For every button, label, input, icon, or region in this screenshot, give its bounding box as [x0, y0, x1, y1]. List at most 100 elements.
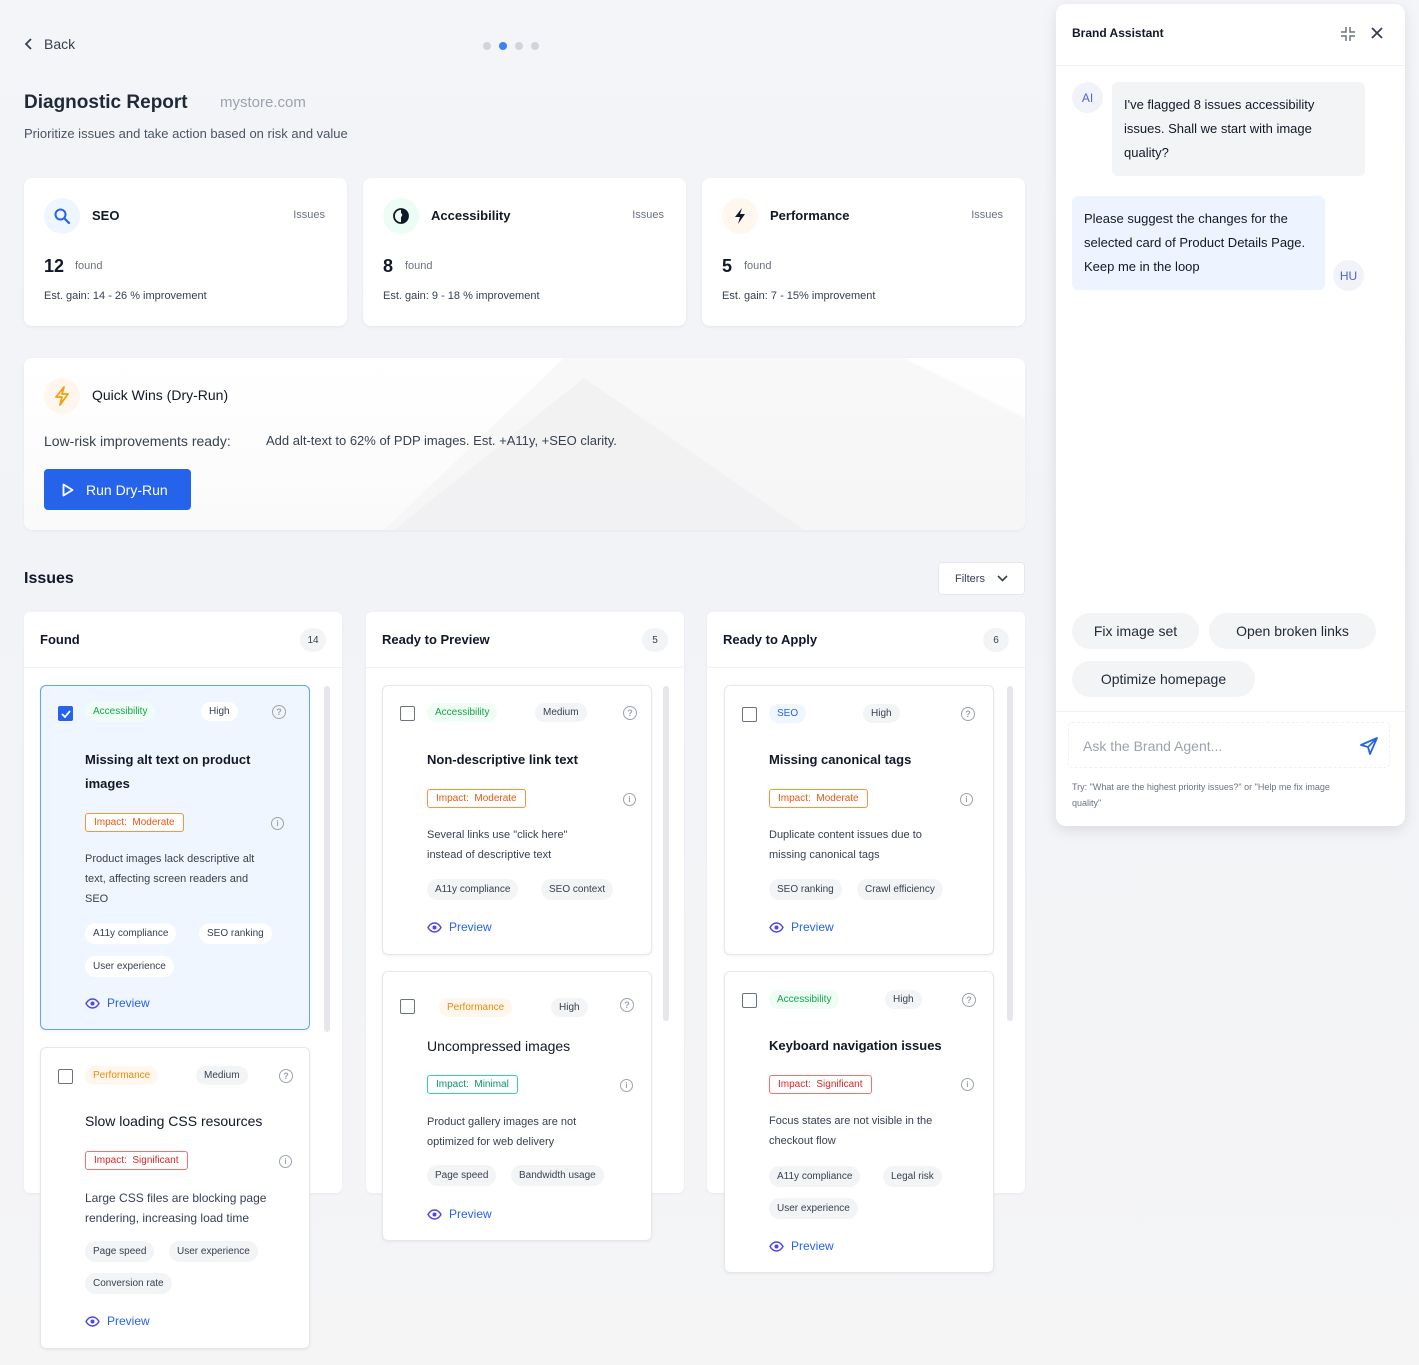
brand-assistant-panel: Brand Assistant AI I've flagged 8 issues… [1056, 4, 1405, 826]
lightning-icon [722, 198, 758, 234]
priority-chip: High [201, 702, 238, 721]
card-checkbox[interactable] [742, 993, 757, 1008]
info-icon[interactable]: i [279, 1155, 292, 1168]
summary-count: 8 [383, 256, 394, 276]
card-checkbox[interactable] [742, 707, 757, 722]
priority-chip: Medium [535, 703, 587, 722]
performance-summary-card[interactable]: Performance Issues 5 found Est. gain: 7 … [702, 178, 1025, 326]
tag-chip: SEO ranking [199, 923, 272, 944]
card-checkbox[interactable] [58, 1069, 73, 1084]
info-icon[interactable]: i [620, 1079, 633, 1092]
summary-name: Accessibility [431, 208, 511, 223]
preview-link[interactable]: Preview [427, 920, 492, 934]
column-name: Found [40, 632, 80, 647]
step-dot-active[interactable] [499, 42, 507, 50]
step-dot[interactable] [515, 42, 523, 50]
site-domain: mystore.com [220, 94, 306, 111]
card-title: Keyboard navigation issues [769, 1038, 942, 1053]
preview-link[interactable]: Preview [769, 920, 834, 934]
tag-chip: User experience [169, 1241, 258, 1262]
tag-chip: User experience [769, 1198, 858, 1219]
info-icon[interactable]: i [960, 793, 973, 806]
issue-card[interactable]: Accessibility High ? Keyboard navigation… [724, 971, 994, 1273]
help-icon[interactable]: ? [961, 707, 975, 721]
run-dry-run-button[interactable]: Run Dry-Run [44, 469, 191, 510]
back-button[interactable]: Back [24, 36, 75, 52]
column-scrollbar[interactable] [1007, 686, 1013, 1021]
tag-chip: Page speed [427, 1165, 497, 1186]
eye-icon [769, 1240, 784, 1252]
summary-issues-label: Issues [293, 209, 325, 221]
tag-chip: A11y compliance [769, 1166, 861, 1187]
card-description: Large CSS files are blocking page render… [85, 1191, 267, 1225]
card-description: Duplicate content issues due to missing … [769, 829, 922, 861]
column-header: Found 14 [24, 612, 342, 668]
summary-name: SEO [92, 208, 120, 223]
category-chip: Performance [439, 998, 513, 1017]
summary-found-label: found [75, 260, 103, 272]
impact-badge: Impact: Minimal [427, 1075, 518, 1094]
step-dot[interactable] [483, 42, 491, 50]
card-title: Slow loading CSS resources [85, 1113, 263, 1129]
info-icon[interactable]: i [271, 817, 284, 830]
preview-link[interactable]: Preview [85, 1314, 150, 1328]
ai-message: I've flagged 8 issues accessibility issu… [1112, 82, 1365, 176]
column-count: 14 [300, 628, 326, 652]
chevron-left-icon [24, 38, 32, 50]
impact-badge: Impact: Moderate [85, 813, 184, 832]
column-scrollbar[interactable] [324, 686, 330, 1032]
suggestion-chip[interactable]: Optimize homepage [1072, 661, 1255, 697]
summary-name: Performance [770, 208, 850, 223]
ask-input[interactable] [1083, 735, 1343, 757]
run-dry-run-label: Run Dry-Run [86, 481, 168, 498]
eye-icon [427, 1208, 442, 1220]
check-icon [60, 709, 71, 718]
eye-icon [85, 997, 100, 1009]
preview-link[interactable]: Preview [427, 1207, 492, 1221]
ai-avatar: AI [1072, 82, 1103, 113]
card-checkbox[interactable] [58, 706, 73, 721]
tag-chip: Conversion rate [85, 1273, 172, 1294]
summary-gain: Est. gain: 9 - 18 % improvement [383, 290, 540, 302]
send-icon[interactable] [1359, 736, 1379, 761]
help-icon[interactable]: ? [620, 998, 634, 1012]
suggestion-chip[interactable]: Open broken links [1209, 613, 1376, 649]
seo-summary-card[interactable]: SEO Issues 12 found Est. gain: 14 - 26 %… [24, 178, 347, 326]
info-icon[interactable]: i [623, 793, 636, 806]
tag-chip: User experience [85, 956, 174, 977]
card-checkbox[interactable] [400, 706, 415, 721]
issue-card[interactable]: SEO High ? Missing canonical tags Impact… [724, 685, 994, 955]
summary-gain: Est. gain: 7 - 15% improvement [722, 290, 876, 302]
card-title: Uncompressed images [427, 1038, 571, 1054]
lightning-icon [44, 378, 80, 414]
issue-card[interactable]: Performance Medium ? Slow loading CSS re… [40, 1047, 310, 1349]
divider [1056, 711, 1405, 712]
eye-icon [769, 921, 784, 933]
help-icon[interactable]: ? [623, 706, 637, 720]
category-chip: Accessibility [769, 990, 840, 1009]
info-icon[interactable]: i [961, 1078, 974, 1091]
preview-link[interactable]: Preview [85, 996, 150, 1010]
help-icon[interactable]: ? [279, 1069, 293, 1083]
issue-card[interactable]: Accessibility Medium ? Non-descriptive l… [382, 685, 652, 955]
preview-link[interactable]: Preview [769, 1239, 834, 1253]
step-dot[interactable] [531, 42, 539, 50]
back-label: Back [44, 36, 76, 52]
impact-badge: Impact: Moderate [427, 789, 526, 808]
filters-dropdown[interactable]: Filters [938, 562, 1025, 595]
column-scrollbar[interactable] [663, 686, 669, 1021]
card-title: Missing alt text on product images [85, 752, 251, 791]
help-icon[interactable]: ? [962, 993, 976, 1007]
suggestion-chip[interactable]: Fix image set [1072, 613, 1199, 649]
accessibility-summary-card[interactable]: Accessibility Issues 8 found Est. gain: … [363, 178, 686, 326]
user-avatar: HU [1333, 260, 1364, 291]
minimize-icon[interactable] [1340, 26, 1356, 45]
close-icon[interactable] [1370, 26, 1384, 43]
category-chip: SEO [769, 704, 807, 723]
help-icon[interactable]: ? [272, 705, 286, 719]
quick-wins-text: Add alt-text to 62% of PDP images. Est. … [266, 433, 617, 448]
issue-card[interactable]: Performance High ? Uncompressed images I… [382, 971, 652, 1241]
card-checkbox[interactable] [400, 999, 415, 1014]
issue-card[interactable]: Accessibility High ? Missing alt text on… [40, 685, 310, 1030]
accessibility-icon [383, 198, 419, 234]
